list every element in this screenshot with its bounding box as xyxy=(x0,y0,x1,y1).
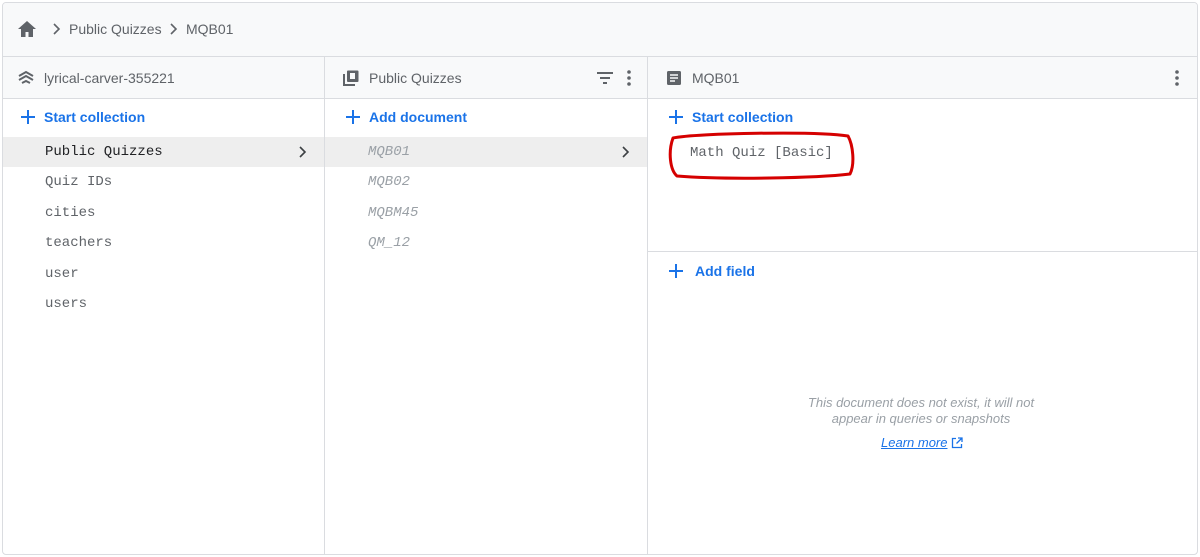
home-icon[interactable] xyxy=(16,18,38,40)
learn-more-link[interactable]: Learn more xyxy=(881,435,964,450)
project-title: lyrical-carver-355221 xyxy=(44,70,175,86)
add-field-label: Add field xyxy=(695,263,755,279)
add-field-button[interactable]: Add field xyxy=(668,256,755,286)
project-panel: lyrical-carver-355221 Start collection P… xyxy=(3,57,325,554)
collection-label: Quiz IDs xyxy=(45,174,113,190)
document-item-mqb02[interactable]: MQB02 xyxy=(325,167,647,197)
plus-icon xyxy=(669,110,683,124)
collection-item-user[interactable]: user xyxy=(3,259,324,289)
collection-title: Public Quizzes xyxy=(369,70,462,86)
document-label: MQB02 xyxy=(368,174,411,190)
document-item-qm-12[interactable]: QM_12 xyxy=(325,228,647,258)
firestore-icon xyxy=(17,69,35,87)
firestore-data-viewer: Public Quizzes MQB01 lyrical-carver-3552… xyxy=(2,2,1198,555)
open-in-new-icon xyxy=(952,436,964,448)
chevron-right-icon xyxy=(165,21,181,37)
breadcrumb-item-collection[interactable]: Public Quizzes xyxy=(69,21,162,37)
collection-label: cities xyxy=(45,205,96,221)
start-collection-label: Start collection xyxy=(692,109,794,125)
document-panel: MQB01 Start collection Math Quiz [Basic]… xyxy=(648,57,1197,554)
chevron-right-icon xyxy=(299,146,307,158)
document-item-mqbm45[interactable]: MQBM45 xyxy=(325,198,647,228)
start-collection-button[interactable]: Start collection xyxy=(20,102,145,132)
more-vert-icon[interactable] xyxy=(619,68,639,88)
collection-label: Public Quizzes xyxy=(45,144,163,160)
collection-item-users[interactable]: users xyxy=(3,289,324,319)
collection-item-public-quizzes[interactable]: Public Quizzes xyxy=(3,137,324,167)
start-subcollection-button[interactable]: Start collection xyxy=(668,102,793,132)
project-panel-header: lyrical-carver-355221 xyxy=(3,57,324,99)
collection-icon xyxy=(342,69,360,87)
collection-panel: Public Quizzes Add document MQB01 MQB02 … xyxy=(325,57,648,554)
add-document-button[interactable]: Add document xyxy=(345,102,467,132)
plus-icon xyxy=(346,110,360,124)
empty-document-message: This document does not exist, it will no… xyxy=(768,395,1074,427)
collection-item-quiz-ids[interactable]: Quiz IDs xyxy=(3,167,324,197)
plus-icon xyxy=(21,110,35,124)
document-panel-header: MQB01 xyxy=(648,57,1197,99)
empty-message-line1: This document does not exist, it will no… xyxy=(807,395,1035,410)
collection-item-teachers[interactable]: teachers xyxy=(3,228,324,258)
empty-message-line2: appear in queries or snapshots xyxy=(831,411,1011,426)
add-document-label: Add document xyxy=(369,109,467,125)
document-item-mqb01[interactable]: MQB01 xyxy=(325,137,647,167)
more-vert-icon[interactable] xyxy=(1167,68,1187,88)
learn-more-label: Learn more xyxy=(881,435,948,450)
document-icon xyxy=(665,69,683,87)
collection-panel-header: Public Quizzes xyxy=(325,57,647,99)
filter-icon[interactable] xyxy=(595,68,615,88)
document-label: QM_12 xyxy=(368,235,411,251)
document-title: MQB01 xyxy=(692,70,740,86)
chevron-right-icon xyxy=(48,21,64,37)
collection-item-cities[interactable]: cities xyxy=(3,198,324,228)
start-collection-label: Start collection xyxy=(44,109,146,125)
collection-label: teachers xyxy=(45,235,113,251)
collection-label: users xyxy=(45,296,88,312)
section-divider xyxy=(648,251,1197,252)
collection-label: user xyxy=(45,266,79,282)
breadcrumb-item-document[interactable]: MQB01 xyxy=(186,21,233,37)
document-label: MQB01 xyxy=(368,144,411,160)
document-label: MQBM45 xyxy=(368,205,419,221)
chevron-right-icon xyxy=(622,146,630,158)
annotation-highlight-ellipse xyxy=(668,131,855,180)
plus-icon xyxy=(669,264,683,278)
breadcrumb: Public Quizzes MQB01 xyxy=(3,3,1197,57)
